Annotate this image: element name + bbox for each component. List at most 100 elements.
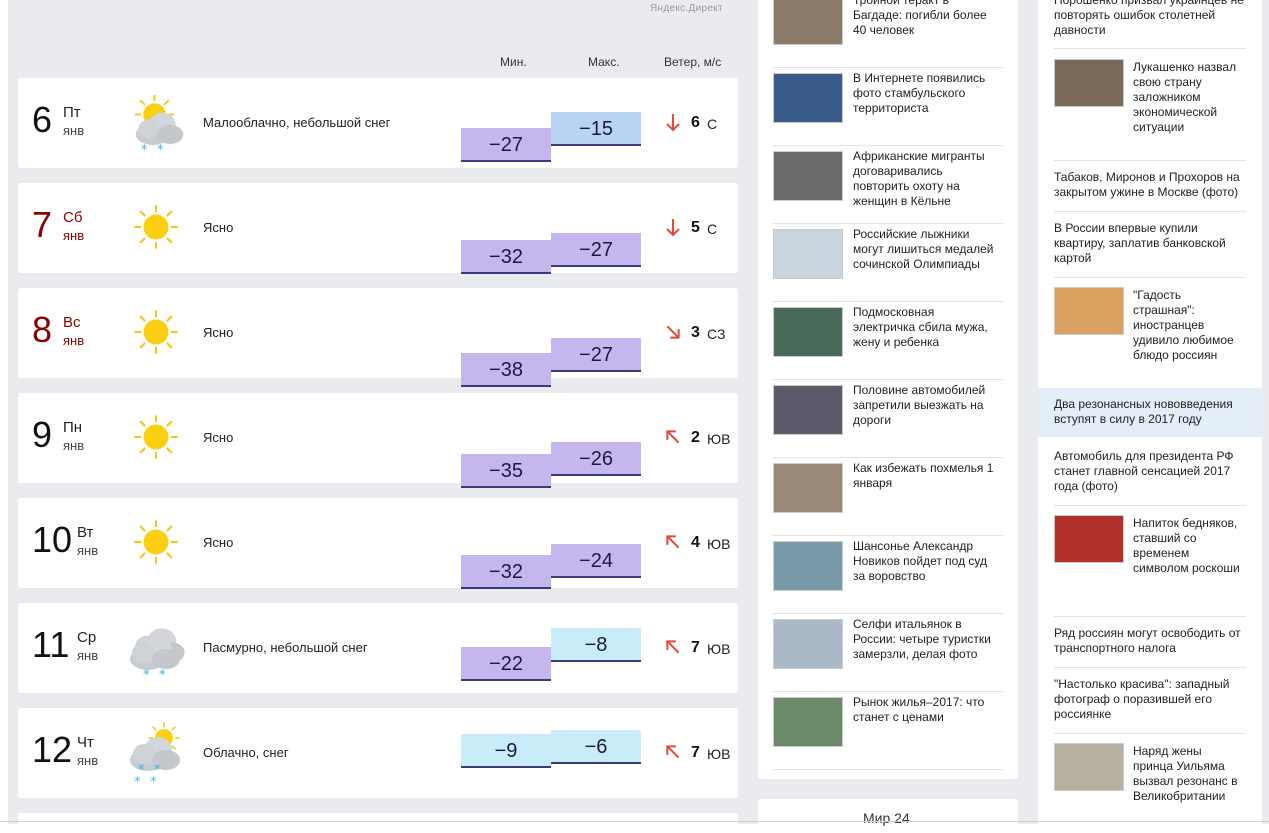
news-title[interactable]: Наряд жены принца Уильяма вызвал резонан… <box>1133 744 1243 804</box>
cars-photo[interactable] <box>773 385 843 435</box>
wind-header: Ветер, м/с <box>664 55 722 69</box>
divider <box>1054 48 1246 49</box>
news-item[interactable]: Как избежать похмелья 1 января <box>773 461 1003 536</box>
day-of-week: Пн <box>63 419 83 436</box>
svg-text:*: * <box>159 668 166 681</box>
day-of-week: Вт <box>77 524 94 541</box>
wind-direction: ЮВ <box>707 536 731 552</box>
news-title[interactable]: Лукашенко назвал свою страну заложником … <box>1133 60 1243 135</box>
cctv-photo[interactable] <box>773 73 843 123</box>
max-temp: −24 <box>551 544 641 578</box>
day-number: 6 <box>32 99 53 140</box>
divider <box>1054 733 1246 734</box>
wind-speed: 6 <box>691 114 700 131</box>
weather-description: Ясно <box>203 430 234 445</box>
day-number: 8 <box>32 309 53 350</box>
wind-arrow-icon <box>663 322 683 342</box>
day-of-week: Сб <box>63 209 83 226</box>
news-item[interactable]: Порошенко призвал украинцев не повторять… <box>1054 0 1246 38</box>
max-temp: −8 <box>551 628 641 662</box>
news-item[interactable]: В Интернете появились фото стамбульского… <box>773 71 1003 146</box>
month: янв <box>63 438 85 453</box>
hangover-photo[interactable] <box>773 463 843 513</box>
news-item[interactable]: Селфи итальянок в России: четыре туристк… <box>773 617 1003 692</box>
month: янв <box>77 543 99 558</box>
news-item[interactable]: Африканские мигранты договаривались повт… <box>773 149 1003 224</box>
selfie-photo[interactable] <box>773 619 843 669</box>
news-title[interactable]: Половине автомобилей запретили выезжать … <box>853 383 998 428</box>
wind-arrow-icon <box>663 217 683 237</box>
min-temp: −32 <box>461 555 551 589</box>
salad-photo[interactable] <box>1054 287 1124 335</box>
forecast-row[interactable]: 9 Пн янв Ясно −35 −26 2 ЮВ <box>18 393 738 488</box>
news-title[interactable]: Шансонье Александр Новиков пойдет под су… <box>853 539 998 584</box>
weather-description: Малооблачно, небольшой снег <box>203 115 391 130</box>
wind-speed: 5 <box>691 219 700 236</box>
forecast-row[interactable]: 12 Чт янв * * * * Облачно, снег −9 −6 7 ЮВ <box>18 708 738 798</box>
news-title[interactable]: Тройной теракт в Багдаде: погибли более … <box>853 0 998 38</box>
min-temp: −35 <box>461 454 551 488</box>
news-item[interactable]: Автомобиль для президента РФ станет глав… <box>1054 449 1246 494</box>
month: янв <box>77 753 99 768</box>
wind-arrow-icon <box>663 427 683 447</box>
day-number: 7 <box>32 204 53 245</box>
news-item[interactable]: Подмосковная электричка сбила мужа, жену… <box>773 305 1003 380</box>
sun-icon <box>126 512 186 574</box>
news-title[interactable]: Рынок жилья–2017: что станет с ценами <box>853 695 998 725</box>
police-photo[interactable] <box>773 151 843 201</box>
singer-photo[interactable] <box>773 541 843 591</box>
month: янв <box>63 333 85 348</box>
svg-text:*: * <box>141 143 148 156</box>
news-item[interactable]: Шансонье Александр Новиков пойдет под су… <box>773 539 1003 614</box>
divider <box>1054 211 1246 212</box>
month: янв <box>63 123 85 138</box>
news-title[interactable]: Африканские мигранты договаривались повт… <box>853 149 998 209</box>
day-of-week: Пт <box>63 104 81 121</box>
forecast-row[interactable]: 6 Пт янв * * Малооблачно, небольшой снег … <box>18 78 738 168</box>
news-title[interactable]: Российские лыжники могут лишиться медале… <box>853 227 998 272</box>
news-item[interactable]: Табаков, Миронов и Прохоров на закрытом … <box>1054 170 1246 200</box>
news-title[interactable]: Напиток бедняков, ставший со временем си… <box>1133 516 1243 576</box>
drink-photo[interactable] <box>1054 515 1124 563</box>
min-header: Мин. <box>500 55 527 69</box>
min-temp: −9 <box>461 734 551 768</box>
lukashenko-photo[interactable] <box>1054 59 1124 107</box>
svg-text:*: * <box>157 143 164 156</box>
wind-speed: 4 <box>691 534 700 551</box>
news-title[interactable]: Подмосковная электричка сбила мужа, жену… <box>853 305 998 350</box>
wind-speed: 7 <box>691 639 700 656</box>
news-item[interactable]: В России впервые купили квартиру, заплат… <box>1054 221 1246 266</box>
forecast-row[interactable]: 10 Вт янв Ясно −32 −24 4 ЮВ <box>18 498 738 589</box>
train-photo[interactable] <box>773 307 843 357</box>
news-item[interactable]: Рынок жилья–2017: что станет с ценами <box>773 695 1003 770</box>
forecast-row[interactable]: 11 Ср янв * * Пасмурно, небольшой снег −2… <box>18 603 738 693</box>
royal-photo[interactable] <box>1054 743 1124 791</box>
page-bottom-border <box>0 821 1269 822</box>
news-title[interactable]: Селфи итальянок в России: четыре туристк… <box>853 617 998 662</box>
news-title[interactable]: В Интернете появились фото стамбульского… <box>853 71 998 116</box>
skier-photo[interactable] <box>773 229 843 279</box>
divider <box>1054 616 1246 617</box>
weather-description: Ясно <box>203 535 234 550</box>
sun-icon <box>126 407 186 469</box>
forecast-row-partial <box>18 813 738 833</box>
max-temp: −15 <box>551 112 641 146</box>
forecast-row[interactable]: 7 Сб янв Ясно −32 −27 5 С <box>18 183 738 274</box>
news-item[interactable]: "Настолько красива": западный фотограф о… <box>1054 677 1246 722</box>
max-temp: −26 <box>551 442 641 476</box>
wind-direction: С <box>707 221 718 237</box>
crowd-photo[interactable] <box>773 0 843 45</box>
news-item[interactable]: Ряд россиян могут освободить от транспор… <box>1054 626 1246 656</box>
news-title[interactable]: Как избежать похмелья 1 января <box>853 461 998 491</box>
news-title[interactable]: "Гадость страшная": иностранцев удивило … <box>1133 288 1243 363</box>
forecast-row[interactable]: 8 Вс янв Ясно −38 −27 3 СЗ <box>18 288 738 387</box>
news-item[interactable]: Тройной теракт в Багдаде: погибли более … <box>773 0 1003 68</box>
buildings-photo[interactable] <box>773 697 843 747</box>
news-item[interactable]: Российские лыжники могут лишиться медале… <box>773 227 1003 302</box>
news-item-highlighted[interactable]: Два резонансных нововведения вступят в с… <box>1038 388 1262 437</box>
yandex-direct-label[interactable]: Яндекс.Директ <box>650 3 723 14</box>
min-temp: −32 <box>461 240 551 274</box>
news-item[interactable]: Половине автомобилей запретили выезжать … <box>773 383 1003 458</box>
mir24-block[interactable]: Мир 24 <box>758 799 1018 829</box>
weather-description: Ясно <box>203 325 234 340</box>
